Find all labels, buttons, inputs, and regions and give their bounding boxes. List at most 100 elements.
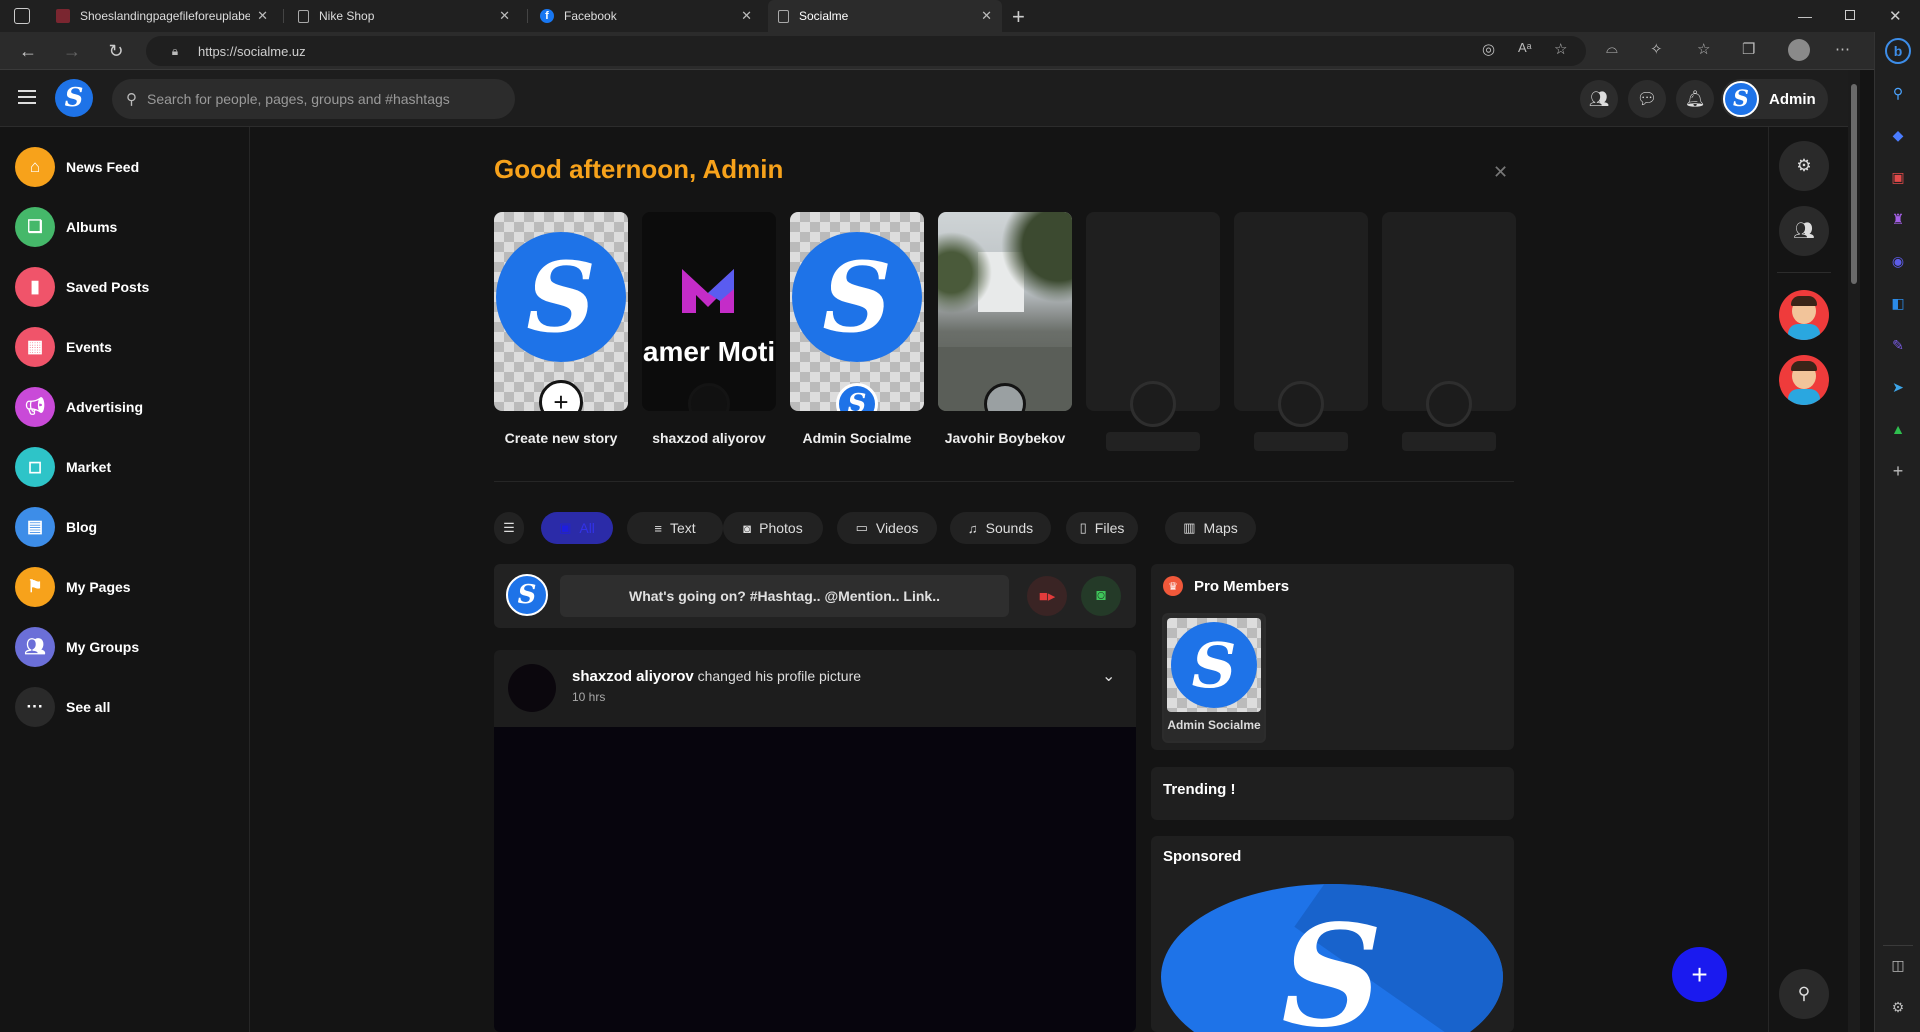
tab-close-icon[interactable]: ✕ [981,8,992,24]
collections-icon[interactable]: ❐ [1742,40,1755,58]
tab-close-icon[interactable]: ✕ [741,8,752,24]
calendar-icon: ▦ [15,327,55,367]
add-icon[interactable]: + [1887,460,1909,482]
sponsored-ad-image[interactable]: S [1161,884,1503,1032]
filter-label: Maps [1203,520,1238,536]
contact-avatar[interactable] [1779,290,1829,340]
tab-title: Socialme [799,9,849,23]
tab-close-icon[interactable]: ✕ [257,8,268,24]
extensions-icon[interactable]: ✧ [1650,40,1663,58]
site-logo[interactable]: S [55,79,93,117]
user-menu-button[interactable]: S Admin [1721,79,1828,119]
add-friend-icon[interactable]: 👥︎ [1779,206,1829,256]
nav-item-albums[interactable]: ❏ Albums [15,206,117,248]
contact-avatar[interactable] [1779,355,1829,405]
games-icon[interactable]: ♜ [1887,208,1909,230]
shopping-icon[interactable]: ◆ [1887,124,1909,146]
tracking-icon[interactable]: ⌓ [1606,40,1618,57]
tab-close-icon[interactable]: ✕ [499,8,510,24]
browser-tab-4[interactable]: Socialme ✕ [768,0,1002,32]
office-icon[interactable]: ◉ [1887,250,1909,272]
search-icon: ⚲ [126,91,137,108]
nav-item-my-pages[interactable]: ⚑ My Pages [15,566,131,608]
telegram-icon[interactable]: ➤ [1887,376,1909,398]
hamburger-menu-icon[interactable] [18,90,36,104]
nav-item-see-all[interactable]: ··· See all [15,686,110,728]
filter-all[interactable]: ▣ All [541,512,613,544]
favorites-icon[interactable]: ☆ [1697,40,1710,58]
add-favorite-icon[interactable]: ☆ [1554,40,1567,58]
post-author-name[interactable]: shaxzod aliyorov [572,668,694,685]
pro-member-card[interactable]: S Admin Socialme [1162,613,1266,743]
messages-icon[interactable]: 💬︎ [1628,80,1666,118]
post-card: shaxzod aliyorov changed his profile pic… [494,650,1136,1032]
live-video-icon[interactable]: ■▸ [1027,576,1067,616]
tree-icon[interactable]: ▲ [1887,418,1909,440]
post-time[interactable]: 10 hrs [572,690,605,704]
chat-settings-icon[interactable]: ⚙ [1779,141,1829,191]
location-icon[interactable]: ◎ [1482,40,1495,58]
nav-item-saved-posts[interactable]: ▮ Saved Posts [15,266,149,308]
group-icon: 👥︎ [15,627,55,667]
filter-sounds[interactable]: ♫ Sounds [950,512,1051,544]
story-placeholder-label [1254,432,1348,451]
back-icon[interactable]: ← [17,40,39,62]
story-admin[interactable]: S S [790,212,924,411]
browser-tab-2[interactable]: Nike Shop ✕ [288,0,520,32]
close-window-icon[interactable]: ✕ [1889,7,1902,25]
filter-files[interactable]: ▯ Files [1066,512,1138,544]
page-icon [298,9,309,23]
url-field[interactable]: 🔒︎ https://socialme.uz [146,36,1586,66]
nav-item-market[interactable]: ◻ Market [15,446,111,488]
more-menu-icon[interactable]: ⋯ [1835,40,1850,58]
nav-item-news-feed[interactable]: ⌂ News Feed [15,146,139,188]
page-scrollbar[interactable] [1848,70,1860,1032]
nav-item-events[interactable]: ▦ Events [15,326,112,368]
scrollbar-thumb[interactable] [1851,84,1857,284]
socialme-logo: S [792,232,922,362]
story-javohir[interactable] [938,212,1072,411]
minimize-icon[interactable]: — [1798,8,1812,24]
friend-requests-icon[interactable]: 👥︎ [1580,80,1618,118]
forward-icon[interactable]: → [61,40,83,62]
browser-tab-1[interactable]: Shoeslandingpagefileforeuplabe ✕ [46,0,278,32]
split-screen-icon[interactable]: ◫ [1887,954,1909,976]
designer-icon[interactable]: ✎ [1887,334,1909,356]
close-greeting-icon[interactable]: ✕ [1493,162,1508,183]
chevron-down-icon[interactable]: ⌄ [1102,666,1115,686]
search-contacts-icon[interactable]: ⚲ [1779,969,1829,1019]
filter-photos[interactable]: ◙ Photos [723,512,823,544]
search-input[interactable]: ⚲ Search for people, pages, groups and #… [112,79,515,119]
composer-input[interactable]: What's going on? #Hashtag.. @Mention.. L… [560,575,1009,617]
create-post-button[interactable]: + [1672,947,1727,1002]
bing-icon[interactable]: b [1885,38,1911,64]
lock-icon: 🔒︎ [171,43,179,58]
post-author-avatar[interactable] [508,664,556,712]
nav-item-advertising[interactable]: 📢︎ Advertising [15,386,143,428]
outlook-icon[interactable]: ◧ [1887,292,1909,314]
filter-maps[interactable]: ▥ Maps [1165,512,1256,544]
greeting-title: Good afternoon, Admin [494,154,784,184]
settings-icon[interactable]: ⚙ [1887,996,1909,1018]
refresh-icon[interactable]: ↻ [105,40,127,62]
restore-icon[interactable] [1845,10,1855,20]
filter-videos[interactable]: ▭ Videos [837,512,937,544]
filter-settings-button[interactable]: ☰ [494,512,524,544]
tools-icon[interactable]: ▣ [1887,166,1909,188]
browser-tab-3[interactable]: f Facebook ✕ [530,0,762,32]
filter-text[interactable]: ≡ Text [627,512,723,544]
new-tab-icon[interactable]: + [1012,4,1025,30]
nav-item-blog[interactable]: ▤ Blog [15,506,97,548]
tab-actions-icon[interactable] [14,8,30,24]
app-header: S ⚲ Search for people, pages, groups and… [0,70,1848,127]
read-aloud-icon[interactable]: Aᵃ [1518,40,1532,55]
story-create[interactable]: S + [494,212,628,411]
notifications-icon[interactable]: 🔔︎ [1676,80,1714,118]
add-photo-icon[interactable]: ◙ [1081,576,1121,616]
post-image[interactable] [494,727,1136,1032]
profile-icon[interactable] [1788,39,1810,61]
search-icon[interactable]: ⚲ [1887,82,1909,104]
nav-item-my-groups[interactable]: 👥︎ My Groups [15,626,139,668]
story-shaxzod[interactable]: amer Moti [642,212,776,411]
add-story-icon[interactable]: + [539,380,583,411]
